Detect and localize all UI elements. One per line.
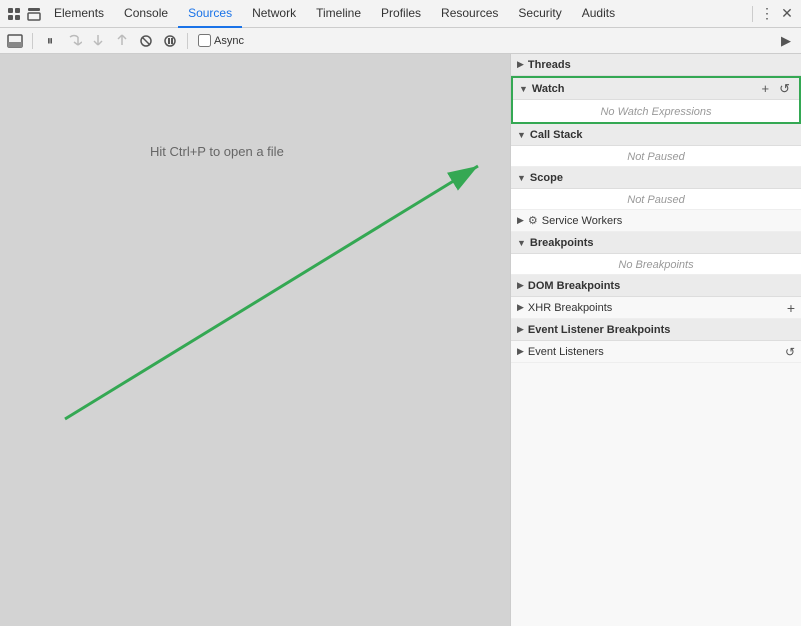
- call-stack-title: Call Stack: [530, 129, 795, 141]
- tab-network[interactable]: Network: [242, 0, 306, 28]
- long-resume-button[interactable]: [159, 31, 181, 51]
- pause-button[interactable]: ⏸: [39, 31, 61, 51]
- tab-console[interactable]: Console: [114, 0, 178, 28]
- watch-title: Watch: [532, 83, 759, 95]
- scope-title: Scope: [530, 172, 795, 184]
- more-tools-icon[interactable]: ⋮: [757, 4, 777, 24]
- devtools-icon[interactable]: [4, 4, 24, 24]
- scope-content: Not Paused: [511, 189, 801, 210]
- service-workers-label: Service Workers: [542, 215, 795, 227]
- toolbar-sep-3: [187, 33, 188, 49]
- expand-right-button[interactable]: ▶: [775, 31, 797, 51]
- call-stack-section-header[interactable]: ▼ Call Stack: [511, 124, 801, 146]
- threads-title: Threads: [528, 59, 795, 71]
- event-listener-breakpoints-triangle-icon: ▶: [517, 324, 524, 335]
- event-listener-breakpoints-header[interactable]: ▶ Event Listener Breakpoints: [511, 319, 801, 341]
- dom-breakpoints-title: DOM Breakpoints: [528, 280, 795, 292]
- watch-section-header[interactable]: ▼ Watch + ↺: [513, 78, 799, 100]
- step-into-button[interactable]: [87, 31, 109, 51]
- add-watch-button[interactable]: +: [759, 80, 773, 97]
- left-panel: Hit Ctrl+P to open a file: [0, 54, 510, 626]
- main-content: Hit Ctrl+P to open a file ▶ Threads ▼ Wa…: [0, 54, 801, 626]
- event-listener-breakpoints-title: Event Listener Breakpoints: [528, 324, 795, 336]
- call-stack-content: Not Paused: [511, 146, 801, 167]
- toggle-drawer-button[interactable]: [4, 31, 26, 51]
- breakpoints-section-header[interactable]: ▼ Breakpoints: [511, 232, 801, 254]
- tab-timeline[interactable]: Timeline: [306, 0, 371, 28]
- async-checkbox[interactable]: Async: [198, 34, 244, 47]
- refresh-watch-button[interactable]: ↺: [776, 80, 793, 98]
- dom-breakpoints-triangle-icon: ▶: [517, 280, 524, 291]
- watch-actions: + ↺: [759, 80, 794, 98]
- tab-resources[interactable]: Resources: [431, 0, 508, 28]
- call-stack-triangle-icon: ▼: [517, 130, 526, 140]
- breakpoints-title: Breakpoints: [530, 237, 795, 249]
- event-listeners-row[interactable]: ▶ Event Listeners ↺: [511, 341, 801, 363]
- watch-body: No Watch Expressions: [513, 100, 799, 122]
- event-listeners-triangle-icon: ▶: [517, 346, 524, 357]
- watch-section: ▼ Watch + ↺ No Watch Expressions: [511, 76, 801, 124]
- threads-section-header[interactable]: ▶ Threads: [511, 54, 801, 76]
- async-label: Async: [214, 35, 244, 47]
- tab-profiles[interactable]: Profiles: [371, 0, 431, 28]
- tab-elements[interactable]: Elements: [44, 0, 114, 28]
- hint-text: Hit Ctrl+P to open a file: [150, 144, 284, 159]
- close-devtools-icon[interactable]: ✕: [777, 4, 797, 24]
- toolbar-separator: [752, 6, 753, 22]
- event-listeners-label: Event Listeners: [528, 346, 785, 358]
- scope-triangle-icon: ▼: [517, 173, 526, 183]
- tab-audits[interactable]: Audits: [572, 0, 625, 28]
- dom-breakpoints-section-header[interactable]: ▶ DOM Breakpoints: [511, 275, 801, 297]
- gear-icon: ⚙: [528, 214, 538, 227]
- service-workers-row[interactable]: ▶ ⚙ Service Workers: [511, 210, 801, 232]
- threads-triangle-icon: ▶: [517, 59, 524, 70]
- add-xhr-breakpoint-button[interactable]: +: [787, 300, 795, 316]
- xhr-triangle-icon: ▶: [517, 302, 524, 313]
- no-breakpoints-text: No Breakpoints: [618, 259, 693, 271]
- async-check-input[interactable]: [198, 34, 211, 47]
- nav-tabs: Elements Console Sources Network Timelin…: [44, 0, 748, 28]
- step-out-button[interactable]: [111, 31, 133, 51]
- not-paused-scope-text: Not Paused: [627, 194, 684, 206]
- tab-security[interactable]: Security: [508, 0, 571, 28]
- no-watch-text: No Watch Expressions: [600, 106, 711, 118]
- scope-section-header[interactable]: ▼ Scope: [511, 167, 801, 189]
- sources-toolbar: ⏸ Async ▶: [0, 28, 801, 54]
- right-panel: ▶ Threads ▼ Watch + ↺ No Watch Expressio…: [510, 54, 801, 626]
- step-over-button[interactable]: [63, 31, 85, 51]
- breakpoints-triangle-icon: ▼: [517, 238, 526, 248]
- dock-icon[interactable]: [24, 4, 44, 24]
- xhr-breakpoints-row[interactable]: ▶ XHR Breakpoints +: [511, 297, 801, 319]
- xhr-breakpoints-label: XHR Breakpoints: [528, 302, 787, 314]
- not-paused-call-text: Not Paused: [627, 151, 684, 163]
- tab-sources[interactable]: Sources: [178, 0, 242, 28]
- breakpoints-content: No Breakpoints: [511, 254, 801, 275]
- arrow-indicator: [0, 54, 510, 624]
- service-workers-triangle-icon: ▶: [517, 215, 524, 226]
- watch-triangle-icon: ▼: [519, 84, 528, 94]
- top-toolbar: Elements Console Sources Network Timelin…: [0, 0, 801, 28]
- refresh-event-listeners-button[interactable]: ↺: [785, 345, 795, 359]
- deactivate-breakpoints-button[interactable]: [135, 31, 157, 51]
- toolbar-sep-2: [32, 33, 33, 49]
